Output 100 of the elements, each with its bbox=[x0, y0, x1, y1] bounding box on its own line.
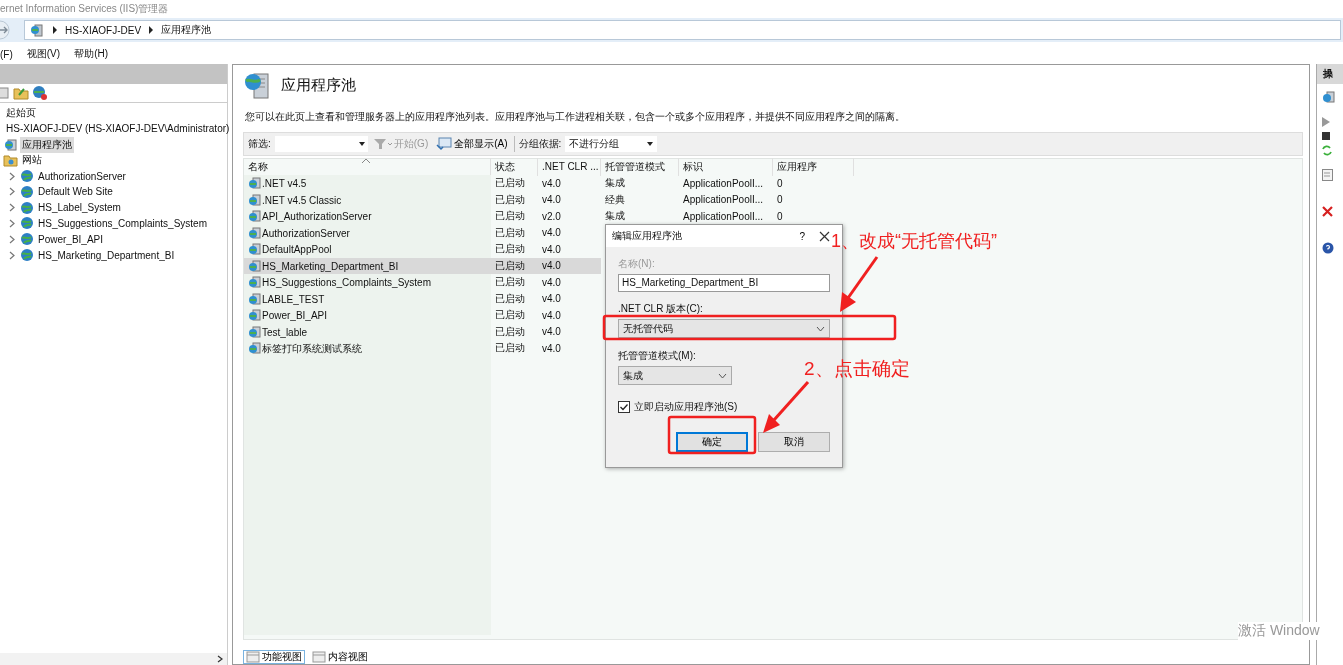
tree-item[interactable]: 网站 bbox=[20, 152, 44, 169]
breadcrumb-item[interactable]: 应用程序池 bbox=[161, 23, 212, 37]
tree-item[interactable]: 起始页 bbox=[4, 104, 38, 121]
tree-item[interactable]: Default Web Site bbox=[36, 185, 115, 199]
menu-item[interactable]: 帮助(H) bbox=[74, 47, 108, 61]
table-cell: .NET v4.5 Classic bbox=[244, 192, 491, 207]
table-row[interactable]: DefaultAppPool 已启动 v4.0 bbox=[244, 241, 601, 258]
table-cell-text: v4.0 bbox=[541, 276, 562, 288]
checkbox-label[interactable]: 立即启动应用程序池(S) bbox=[634, 400, 738, 414]
table-cell-text: 0 bbox=[776, 194, 784, 206]
disconnect-icon[interactable] bbox=[32, 85, 48, 101]
table-cell: HS_Suggestions_Complaints_System bbox=[244, 275, 491, 290]
annotation-arrow bbox=[763, 381, 810, 433]
address-bar[interactable]: HS-XIAOFJ-DEV 应用程序池 bbox=[24, 20, 1341, 40]
app-pool-icon bbox=[248, 192, 262, 207]
table-cell-text: ApplicationPoolI... bbox=[682, 177, 765, 189]
table-row[interactable]: .NET v4.5 Classic 已启动 v4.0 经典 ApplicationPoolI... 0 bbox=[244, 191, 854, 208]
table-cell-text: 已启动 bbox=[494, 209, 526, 224]
app-pool-icon bbox=[243, 70, 271, 100]
window-title: ernet Information Services (IIS)管理器 bbox=[0, 2, 169, 16]
table-cell-text: 已启动 bbox=[494, 308, 526, 323]
tree-item[interactable]: HS-XIAOFJ-DEV (HS-XIAOFJ-DEV\Administrator) bbox=[4, 122, 232, 136]
column-header[interactable]: 托管管道模式 bbox=[601, 158, 679, 176]
table-cell: DefaultAppPool bbox=[244, 242, 491, 257]
checkbox[interactable] bbox=[618, 401, 630, 413]
tree-item[interactable]: HS_Marketing_Department_BI bbox=[36, 248, 177, 262]
table-cell-text: 0 bbox=[776, 210, 784, 222]
group-by-label: 分组依据: bbox=[518, 137, 562, 151]
app-pool-icon bbox=[3, 137, 18, 152]
server-icon bbox=[30, 22, 45, 38]
table-cell-text: 已启动 bbox=[494, 291, 526, 306]
table-row[interactable]: 标签打印系统测试系统 已启动 v4.0 bbox=[244, 340, 601, 357]
clr-version-label: .NET CLR 版本(C): bbox=[618, 302, 704, 316]
table-row[interactable]: AuthorizationServer 已启动 v4.0 bbox=[244, 224, 601, 241]
table-row[interactable]: HS_Suggestions_Complaints_System 已启动 v4.0 bbox=[244, 274, 601, 291]
column-header[interactable]: .NET CLR ... bbox=[538, 158, 601, 176]
group-by-dropdown[interactable]: 不进行分组 bbox=[565, 136, 658, 152]
app-pool-icon bbox=[248, 176, 262, 191]
app-pool-icon bbox=[248, 324, 262, 339]
show-all-button[interactable]: 全部显示(A) bbox=[434, 137, 510, 151]
app-pool-icon bbox=[248, 275, 262, 290]
column-header[interactable]: 标识 bbox=[679, 158, 773, 176]
app-pool-icon bbox=[248, 340, 262, 355]
table-cell-text: v4.0 bbox=[541, 309, 562, 321]
column-header[interactable]: 应用程序 bbox=[773, 158, 854, 176]
help-icon[interactable] bbox=[1322, 242, 1334, 254]
table-cell-text: 已启动 bbox=[494, 225, 526, 240]
page-title: 应用程序池 bbox=[281, 75, 356, 95]
table-cell-text: 已启动 bbox=[494, 192, 526, 207]
table-row[interactable]: HS_Marketing_Department_BI 已启动 v4.0 bbox=[244, 257, 601, 274]
table-cell: API_AuthorizationServer bbox=[244, 209, 491, 224]
delete-icon[interactable] bbox=[1322, 206, 1333, 217]
pipeline-mode-dropdown[interactable]: 集成 bbox=[618, 366, 732, 385]
menu-item[interactable]: 视图(V) bbox=[26, 47, 61, 61]
app-pool-icon bbox=[248, 308, 262, 323]
activation-notice: 激活 Window bbox=[1238, 622, 1320, 640]
page-description: 您可以在此页上查看和管理服务器上的应用程序池列表。应用程序池与工作进程相关联，包含一个或多个应用程序，并提供不同应用程序之间的隔离。 bbox=[245, 110, 906, 124]
globe-icon bbox=[20, 184, 34, 199]
tree-item[interactable]: Power_BI_API bbox=[36, 232, 106, 246]
clr-version-dropdown[interactable]: 无托管代码 bbox=[618, 319, 830, 338]
help-button[interactable]: ? bbox=[799, 230, 805, 242]
table-cell-text: v4.0 bbox=[541, 326, 562, 338]
column-header[interactable]: 状态 bbox=[491, 158, 538, 176]
table-row[interactable]: .NET v4.5 已启动 v4.0 集成 ApplicationPoolI... 0 bbox=[244, 175, 854, 192]
filter-field[interactable] bbox=[274, 136, 368, 152]
app-pool-icon bbox=[248, 225, 262, 240]
tree-item[interactable]: HS_Label_System bbox=[36, 201, 123, 215]
table-cell-text: 0 bbox=[776, 177, 784, 189]
table-cell-text: 已启动 bbox=[494, 324, 526, 339]
tree-item[interactable]: HS_Suggestions_Complaints_System bbox=[36, 216, 209, 230]
table-row[interactable]: Power_BI_API 已启动 v4.0 bbox=[244, 307, 601, 324]
menu-item[interactable]: (F) bbox=[0, 48, 13, 60]
scroll-right-icon[interactable] bbox=[217, 655, 223, 663]
tree-item[interactable]: 应用程序池 bbox=[20, 136, 74, 153]
cancel-button[interactable]: 取消 bbox=[758, 432, 830, 452]
app-pool-icon[interactable] bbox=[1322, 90, 1336, 104]
folder-icon[interactable] bbox=[13, 86, 29, 100]
table-cell-text: ApplicationPoolI... bbox=[682, 194, 765, 206]
table-row[interactable]: API_AuthorizationServer 已启动 v2.0 集成 ApplicationPoolI... 0 bbox=[244, 208, 854, 225]
view-tab[interactable]: 内容视图 bbox=[309, 650, 371, 664]
table-cell: .NET v4.5 bbox=[244, 176, 491, 191]
ok-button[interactable]: 确定 bbox=[676, 432, 748, 452]
dropdown-arrow-icon bbox=[647, 142, 654, 146]
table-cell-text: ApplicationPoolI... bbox=[682, 210, 765, 222]
table-cell: 标签打印系统测试系统 bbox=[244, 340, 491, 356]
globe-icon bbox=[20, 169, 34, 184]
table-cell-text: v4.0 bbox=[541, 243, 562, 255]
view-tab[interactable]: 功能视图 bbox=[243, 650, 305, 664]
play-icon[interactable] bbox=[1322, 117, 1330, 127]
pipeline-mode-label: 托管管道模式(M): bbox=[618, 349, 697, 363]
app-pool-icon bbox=[248, 258, 262, 273]
table-row[interactable]: Test_lable 已启动 v4.0 bbox=[244, 323, 601, 340]
close-icon[interactable] bbox=[819, 230, 830, 242]
app-pool-icon bbox=[248, 209, 262, 224]
refresh-icon[interactable] bbox=[1322, 145, 1332, 156]
breadcrumb-item[interactable]: HS-XIAOFJ-DEV bbox=[65, 24, 142, 36]
table-cell-text: 集成 bbox=[604, 209, 626, 224]
table-row[interactable]: LABLE_TEST 已启动 v4.0 bbox=[244, 290, 601, 307]
document-icon[interactable] bbox=[1322, 169, 1333, 181]
tree-item[interactable]: AuthorizationServer bbox=[36, 169, 128, 183]
